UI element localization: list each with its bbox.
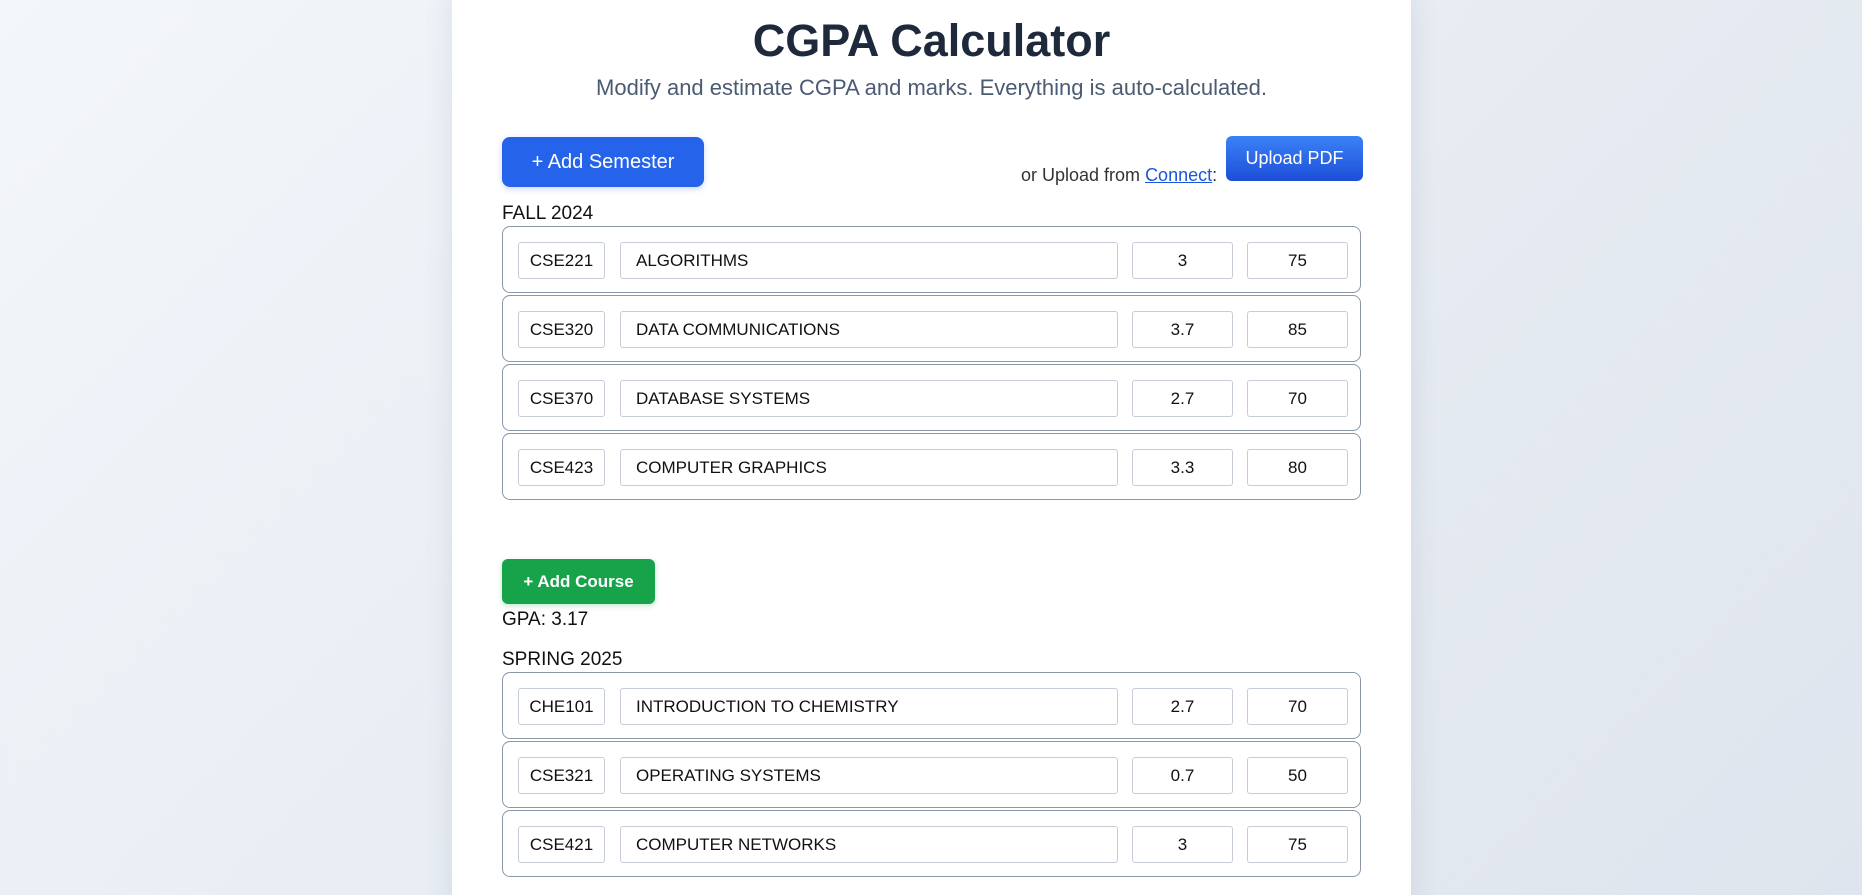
upload-hint-prefix: or Upload from — [1021, 165, 1146, 185]
grade-point-input[interactable]: 2.7 — [1132, 688, 1233, 725]
course-row: CHE101 INTRODUCTION TO CHEMISTRY 2.7 70 — [502, 672, 1361, 739]
semester-gpa: GPA: 3.17 — [502, 609, 589, 630]
page-subtitle: Modify and estimate CGPA and marks. Ever… — [596, 75, 1267, 100]
calculator-card: CGPA Calculator Modify and estimate CGPA… — [452, 0, 1411, 895]
course-name-input[interactable]: DATA COMMUNICATIONS — [620, 311, 1118, 348]
course-code-input[interactable]: CSE321 — [518, 757, 605, 794]
course-name-input[interactable]: DATABASE SYSTEMS — [620, 380, 1118, 417]
marks-input[interactable]: 85 — [1247, 311, 1348, 348]
semester-title: SPRING 2025 — [502, 649, 623, 670]
course-code-input[interactable]: CHE101 — [518, 688, 605, 725]
course-name-input[interactable]: INTRODUCTION TO CHEMISTRY — [620, 688, 1118, 725]
course-name-input[interactable]: COMPUTER NETWORKS — [620, 826, 1118, 863]
grade-point-input[interactable]: 0.7 — [1132, 757, 1233, 794]
course-row: CSE370 DATABASE SYSTEMS 2.7 70 — [502, 364, 1361, 431]
grade-point-input[interactable]: 3 — [1132, 242, 1233, 279]
marks-input[interactable]: 70 — [1247, 688, 1348, 725]
course-code-input[interactable]: CSE423 — [518, 449, 605, 486]
page-title: CGPA Calculator — [752, 15, 1111, 66]
course-row: CSE423 COMPUTER GRAPHICS 3.3 80 — [502, 433, 1361, 500]
connect-link[interactable]: Connect — [1145, 165, 1212, 185]
grade-point-input[interactable]: 2.7 — [1132, 380, 1233, 417]
upload-hint-suffix: : — [1212, 165, 1218, 185]
course-row: CSE320 DATA COMMUNICATIONS 3.7 85 — [502, 295, 1361, 362]
upload-hint: or Upload from Connect: — [1021, 165, 1217, 185]
grade-point-input[interactable]: 3 — [1132, 826, 1233, 863]
marks-input[interactable]: 50 — [1247, 757, 1348, 794]
course-name-input[interactable]: COMPUTER GRAPHICS — [620, 449, 1118, 486]
add-semester-button[interactable]: + Add Semester — [502, 137, 704, 187]
add-course-button[interactable]: + Add Course — [502, 559, 655, 604]
course-name-input[interactable]: OPERATING SYSTEMS — [620, 757, 1118, 794]
course-row: CSE321 OPERATING SYSTEMS 0.7 50 — [502, 741, 1361, 808]
marks-input[interactable]: 80 — [1247, 449, 1348, 486]
marks-input[interactable]: 70 — [1247, 380, 1348, 417]
course-code-input[interactable]: CSE320 — [518, 311, 605, 348]
grade-point-input[interactable]: 3.7 — [1132, 311, 1233, 348]
course-name-input[interactable]: ALGORITHMS — [620, 242, 1118, 279]
marks-input[interactable]: 75 — [1247, 242, 1348, 279]
course-code-input[interactable]: CSE370 — [518, 380, 605, 417]
course-row: CSE221 ALGORITHMS 3 75 — [502, 226, 1361, 293]
course-code-input[interactable]: CSE221 — [518, 242, 605, 279]
grade-point-input[interactable]: 3.3 — [1132, 449, 1233, 486]
marks-input[interactable]: 75 — [1247, 826, 1348, 863]
upload-pdf-button[interactable]: Upload PDF — [1226, 136, 1363, 181]
course-code-input[interactable]: CSE421 — [518, 826, 605, 863]
course-row: CSE421 COMPUTER NETWORKS 3 75 — [502, 810, 1361, 877]
semester-title: FALL 2024 — [502, 203, 594, 224]
